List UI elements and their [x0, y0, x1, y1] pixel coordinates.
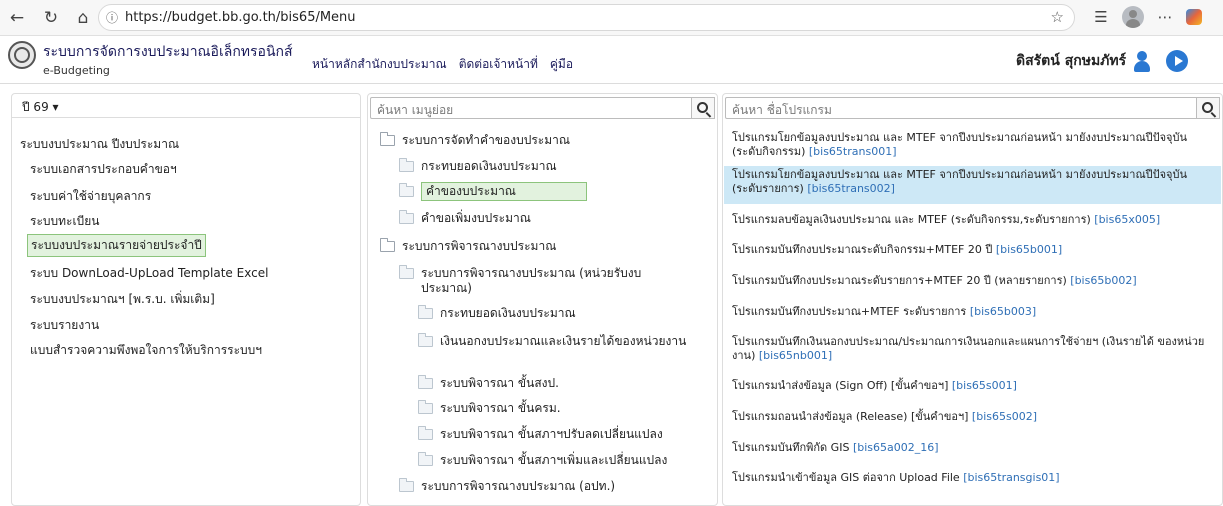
program-item[interactable]: โปรแกรมนำเข้าข้อมูล GIS ต่อจาก Upload Fi… — [724, 469, 1221, 487]
nav-contact-link[interactable]: ติดต่อเจ้าหน้าที่ — [459, 55, 538, 74]
program-item[interactable]: โปรแกรมบันทึกงบประมาณ+MTEF ระดับรายการ [… — [724, 303, 1221, 321]
folder-icon — [418, 426, 433, 440]
program-item[interactable]: โปรแกรมถอนนำส่งข้อมูล (Release) [ขั้นคำข… — [724, 408, 1221, 426]
program-item-selected[interactable]: โปรแกรมโยกข้อมูลงบประมาณ และ MTEF จากปีง… — [724, 166, 1221, 204]
user-area: ดิสรัตน์ สุกษมภัทร์ — [1016, 50, 1189, 72]
url-text: https://budget.bb.go.th/bis65/Menu — [125, 10, 356, 25]
back-icon[interactable]: ← — [6, 7, 28, 29]
site-info-icon[interactable]: ⓘ — [99, 9, 125, 26]
folder-icon — [418, 375, 433, 389]
submenu-item[interactable]: ระบบการจัดทำคำของบประมาณ — [380, 132, 570, 148]
nav-manual-link[interactable]: คู่มือ — [550, 55, 573, 74]
folder-icon — [399, 478, 414, 492]
folder-icon — [399, 183, 414, 197]
more-menu-icon[interactable]: ⋯ — [1154, 8, 1176, 26]
system-item[interactable]: ระบบทะเบียน — [30, 212, 99, 231]
system-title: ระบบการจัดการงบประมาณอิเล็กทรอนิกส์ — [43, 44, 293, 60]
submenu-item[interactable]: เงินนอกงบประมาณและเงินรายได้ของหน่วยงาน — [418, 333, 688, 349]
system-item[interactable]: ระบบเอกสารประกอบคำขอฯ — [30, 160, 177, 179]
program-search: ค้นหา ชื่อโปรแกรม — [725, 97, 1220, 119]
submenu-item[interactable]: ระบบพิจารณา ขั้นสภาฯเพิ่มและเปลี่ยนแปลง — [418, 452, 667, 468]
program-search-input[interactable]: ค้นหา ชื่อโปรแกรม — [732, 101, 832, 120]
government-seal-logo — [8, 41, 36, 69]
program-item[interactable]: โปรแกรมบันทึกงบประมาณระดับกิจกรรม+MTEF 2… — [724, 241, 1221, 259]
folder-icon — [418, 333, 433, 347]
favorites-list-icon[interactable]: ☰ — [1090, 8, 1112, 26]
folder-icon — [380, 238, 395, 252]
system-item-selected[interactable]: ระบบงบประมาณรายจ่ายประจำปี — [27, 234, 206, 257]
system-item[interactable]: ระบบ DownLoad-UpLoad Template Excel — [30, 264, 268, 283]
program-item[interactable]: โปรแกรมลบข้อมูลเงินงบประมาณ และ MTEF (ระ… — [724, 211, 1221, 229]
submenu-panel: ค้นหา เมนูย่อย ระบบการจัดทำคำของบประมาณ … — [367, 93, 718, 506]
program-item[interactable]: โปรแกรมบันทึกเงินนอกงบประมาณ/ประมาณการเง… — [724, 333, 1221, 365]
submenu-search-input[interactable]: ค้นหา เมนูย่อย — [377, 101, 453, 120]
app-header: ระบบการจัดการงบประมาณอิเล็กทรอนิกส์ e-Bu… — [0, 36, 1223, 84]
system-item[interactable]: ระบบค่าใช้จ่ายบุคลากร — [30, 187, 151, 206]
main-content: ปี 69 ▾ ระบบงบประมาณ ปีงบประมาณ ระบบเอกส… — [11, 93, 1223, 506]
program-item[interactable]: โปรแกรมโยกข้อมูลงบประมาณ และ MTEF จากปีง… — [724, 129, 1221, 161]
system-menu-panel: ปี 69 ▾ ระบบงบประมาณ ปีงบประมาณ ระบบเอกส… — [11, 93, 361, 506]
submenu-item[interactable]: ระบบการพิจารณางบประมาณ (อปท.) — [399, 478, 615, 494]
reload-icon[interactable]: ↻ — [40, 7, 62, 29]
system-item[interactable]: ระบบงบประมาณฯ [พ.ร.บ. เพิ่มเติม] — [30, 290, 215, 309]
search-icon — [696, 101, 708, 113]
folder-icon — [418, 452, 433, 466]
submenu-item[interactable]: ระบบพิจารณา ขั้นสงป. — [418, 375, 559, 391]
home-icon[interactable]: ⌂ — [72, 7, 94, 29]
folder-icon — [399, 210, 414, 224]
browser-toolbar: ← ↻ ⌂ ⓘ https://budget.bb.go.th/bis65/Me… — [0, 0, 1223, 36]
folder-icon — [380, 132, 395, 146]
folder-icon — [418, 400, 433, 414]
system-subtitle: e-Budgeting — [43, 64, 110, 77]
submenu-item[interactable]: กระทบยอดเงินงบประมาณ — [399, 158, 557, 174]
submenu-search: ค้นหา เมนูย่อย — [370, 97, 715, 119]
submenu-item[interactable]: คำขอเพิ่มงบประมาณ — [399, 210, 531, 226]
copilot-icon[interactable] — [1186, 9, 1202, 25]
nav-home-link[interactable]: หน้าหลักสำนักงบประมาณ — [312, 55, 447, 74]
profile-avatar[interactable] — [1122, 6, 1144, 28]
program-search-button[interactable] — [1196, 97, 1220, 119]
submenu-item[interactable]: ระบบพิจารณา ขั้นสภาฯปรับลดเปลี่ยนแปลง — [418, 426, 663, 442]
submenu-search-button[interactable] — [691, 97, 715, 119]
year-bar: ปี 69 ▾ — [12, 94, 360, 118]
system-item[interactable]: แบบสำรวจความพึงพอใจการให้บริการระบบฯ — [30, 341, 262, 360]
folder-icon — [399, 158, 414, 172]
brand: ระบบการจัดการงบประมาณอิเล็กทรอนิกส์ e-Bu… — [43, 41, 293, 77]
user-icon[interactable] — [1132, 50, 1152, 72]
submenu-item[interactable]: ระบบพิจารณา ขั้นครม. — [418, 400, 561, 416]
program-item[interactable]: โปรแกรมนำส่งข้อมูล (Sign Off) [ขั้นคำขอฯ… — [724, 377, 1221, 395]
program-panel: ค้นหา ชื่อโปรแกรม โปรแกรมโยกข้อมูลงบประม… — [722, 93, 1223, 506]
system-item[interactable]: ระบบงบประมาณ ปีงบประมาณ — [20, 135, 179, 154]
submenu-item[interactable]: ระบบการพิจารณางบประมาณ — [380, 238, 556, 254]
year-dropdown[interactable]: ปี 69 ▾ — [22, 98, 59, 117]
search-icon — [1201, 101, 1213, 113]
favorite-star-icon[interactable]: ☆ — [1051, 8, 1064, 26]
folder-icon — [399, 265, 414, 279]
user-name: ดิสรัตน์ สุกษมภัทร์ — [1016, 53, 1127, 69]
logout-icon[interactable] — [1166, 50, 1189, 72]
program-item[interactable]: โปรแกรมบันทึกพิกัด GIS [bis65a002_16] — [724, 439, 1221, 457]
folder-icon — [418, 305, 433, 319]
submenu-item[interactable]: ระบบการพิจารณางบประมาณ (หน่วยรับงบประมาณ… — [399, 265, 689, 296]
address-bar[interactable]: ⓘ https://budget.bb.go.th/bis65/Menu ☆ — [98, 4, 1075, 31]
submenu-item-selected[interactable]: คำของบประมาณ — [399, 182, 587, 201]
submenu-item[interactable]: กระทบยอดเงินงบประมาณ — [418, 305, 576, 321]
program-item[interactable]: โปรแกรมบันทึกงบประมาณระดับรายการ+MTEF 20… — [724, 272, 1221, 290]
system-item[interactable]: ระบบรายงาน — [30, 316, 99, 335]
top-nav: หน้าหลักสำนักงบประมาณ ติดต่อเจ้าหน้าที่ … — [312, 55, 573, 74]
